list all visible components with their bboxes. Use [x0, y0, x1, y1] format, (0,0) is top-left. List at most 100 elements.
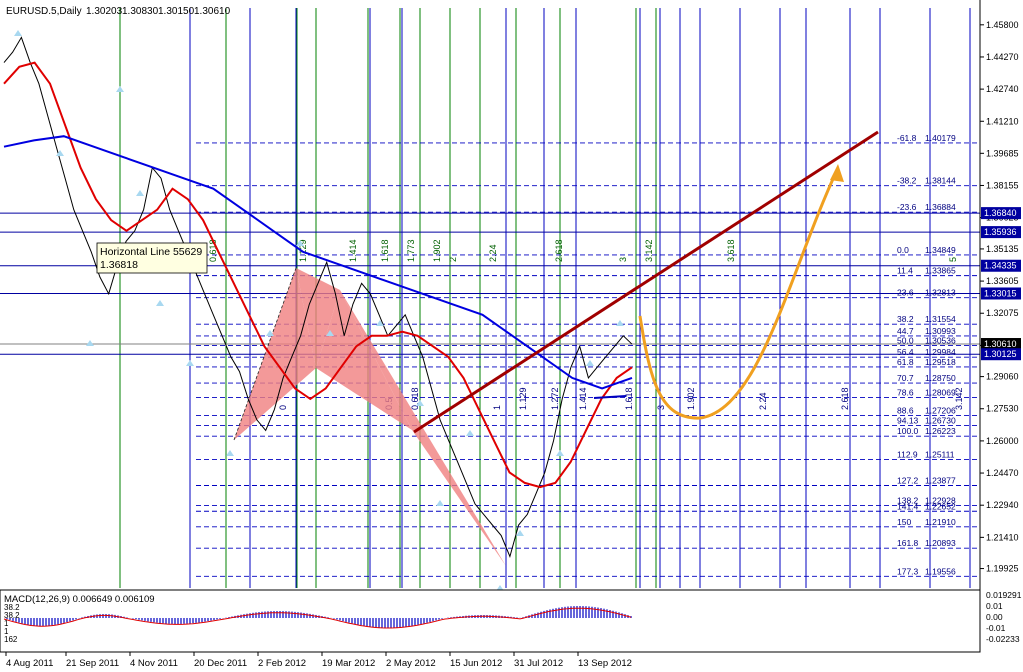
fib-level-price: 1.26223: [925, 426, 956, 436]
fib-level-percent: 56.4: [897, 347, 914, 357]
price-tick-label: 1.42740: [986, 84, 1019, 94]
fib-level-price: 1.28069: [925, 387, 956, 397]
fib-time-top-label: 1.414: [348, 239, 358, 262]
price-label: 1.30610: [984, 339, 1017, 349]
price-label: 1.30125: [984, 349, 1017, 359]
fib-level-price: 1.30536: [925, 336, 956, 346]
time-tick-label: 13 Sep 2012: [578, 658, 632, 669]
fib-time-top-label: 3.142: [644, 239, 654, 262]
fib-level-price: 1.34849: [925, 245, 956, 255]
fib-level-price: 1.19556: [925, 566, 956, 576]
fib-time-top-label: 1.773: [406, 239, 416, 262]
price-tick-label: 1.22940: [986, 500, 1019, 510]
fib-time-bottom-label: 0.618: [410, 387, 420, 410]
fib-level-price: 1.38144: [925, 176, 956, 186]
fib-time-bottom-label: 1: [492, 405, 502, 410]
horizontal-line-tooltip: Horizontal Line 55629 1.36818: [96, 242, 208, 274]
macd-level-label: 162: [4, 635, 18, 644]
fib-time-bottom-label: 1.618: [624, 387, 634, 410]
macd-axis-label: 0.00: [986, 612, 1003, 622]
macd-label: MACD(12,26,9) 0.006649 0.006109: [4, 594, 155, 605]
fib-level-price: 1.31554: [925, 314, 956, 324]
time-tick-label: 4 Aug 2011: [6, 658, 53, 669]
fib-level-percent: 61.8: [897, 357, 914, 367]
price-label: 1.33015: [984, 288, 1017, 298]
price-tick-label: 1.21410: [986, 532, 1019, 542]
time-tick-label: 21 Sep 2011: [66, 658, 119, 669]
fib-level-price: 1.22652: [925, 501, 956, 511]
fib-level-price: 1.20893: [925, 538, 956, 548]
fib-time-bottom-label: 0: [278, 405, 288, 410]
fib-level-percent: 127.2: [897, 476, 919, 486]
price-axis[interactable]: 1.45800 1.44270 1.42740 1.41210 1.39685 1.381…: [979, 0, 1021, 590]
fib-time-bottom-label: 1.902: [686, 387, 696, 410]
fib-level-price: 1.29518: [925, 357, 956, 367]
header-low: 1.30150: [158, 6, 195, 17]
price-tick-label: 1.45800: [986, 20, 1019, 30]
fib-level-price: 1.23877: [925, 476, 956, 486]
fib-level-price: 1.32813: [925, 288, 956, 298]
fib-level-percent: -61.8: [897, 133, 917, 143]
fib-level-percent: -38.2: [897, 176, 917, 186]
fib-level-percent: 78.6: [897, 387, 914, 397]
macd-panel[interactable]: MACD(12,26,9) 0.006649 0.006109 38.238.2…: [0, 589, 1022, 653]
macd-axis-label: -0.01: [986, 623, 1006, 633]
fib-level-price: 1.30993: [925, 326, 956, 336]
header-symbol: EURUSD.5,Daily: [6, 6, 82, 17]
fib-level-price: 1.36884: [925, 202, 956, 212]
macd-axis-label: 0.019291: [986, 590, 1022, 600]
header-open: 1.30203: [86, 6, 123, 17]
fib-level-percent: 100.0: [897, 426, 919, 436]
fib-level-percent: 161.8: [897, 538, 919, 548]
fib-level-percent: 94.13: [897, 416, 919, 426]
fib-level-percent: 11.4: [897, 266, 913, 276]
tooltip-title: Horizontal Line 55629: [100, 246, 202, 258]
fib-time-top-label: 1.618: [380, 239, 390, 262]
fib-level-percent: 177.3: [897, 566, 919, 576]
price-tick-label: 1.19925: [986, 564, 1019, 574]
time-tick-label: 15 Jun 2012: [450, 658, 502, 669]
price-tick-label: 1.29060: [986, 372, 1019, 382]
price-tick-label: 1.24470: [986, 468, 1019, 478]
fib-level-percent: 70.7: [897, 373, 914, 383]
fib-time-bottom-label: 3: [656, 405, 666, 410]
fib-level-price: 1.25111: [925, 450, 955, 460]
fib-time-bottom-label: 2.618: [840, 387, 850, 410]
price-label: 1.36840: [984, 208, 1017, 218]
price-tick-label: 1.33605: [986, 276, 1019, 286]
time-tick-label: 4 Nov 2011: [130, 658, 178, 669]
fib-time-bottom-label: 2.24: [758, 392, 768, 410]
fib-time-top-label: 2.618: [554, 239, 564, 262]
fib-level-price: 1.40179: [925, 133, 956, 143]
price-tick-label: 1.26000: [986, 436, 1019, 446]
price-label: 1.35936: [984, 227, 1017, 237]
tooltip-value: 1.36818: [100, 259, 138, 271]
fib-time-bottom-label: 1.414: [578, 387, 588, 410]
price-tick-label: 1.44270: [986, 52, 1019, 62]
fib-level-percent: 44.7: [897, 326, 914, 336]
fib-time-top-label: 5: [948, 257, 958, 262]
fib-level-percent: 150: [897, 517, 911, 527]
chart-header: EURUSD.5,Daily 1.30203 1.30830 1.30150 1…: [6, 6, 231, 17]
fib-level-percent: 112.9: [897, 450, 918, 460]
fib-level-percent: 141.4: [897, 501, 919, 511]
fib-level-percent: 0.0: [897, 245, 909, 255]
price-tick-label: 1.32075: [986, 308, 1019, 318]
fib-level-percent: 23.6: [897, 288, 914, 298]
price-tick-label: 1.38155: [986, 180, 1019, 190]
header-close: 1.30610: [194, 6, 231, 17]
price-chart[interactable]: 0.618 1.129 1.414 1.618 1.773 1.902 2 2.24 2.618…: [0, 0, 1023, 672]
fib-level-percent: 38.2: [897, 314, 914, 324]
time-tick-label: 2 May 2012: [386, 658, 436, 669]
time-tick-label: 31 Jul 2012: [514, 658, 563, 669]
fib-level-percent: -23.6: [897, 202, 917, 212]
header-high: 1.30830: [122, 6, 159, 17]
fib-level-price: 1.27206: [925, 406, 956, 416]
price-tick-label: 1.41210: [986, 116, 1019, 126]
fib-level-price: 1.26730: [925, 416, 956, 426]
fib-level-price: 1.28750: [925, 373, 956, 383]
price-tick-label: 1.27530: [986, 404, 1019, 414]
fib-time-top-label: 3.618: [726, 239, 736, 262]
fib-level-percent: 88.6: [897, 406, 914, 416]
price-label: 1.34335: [984, 261, 1017, 271]
